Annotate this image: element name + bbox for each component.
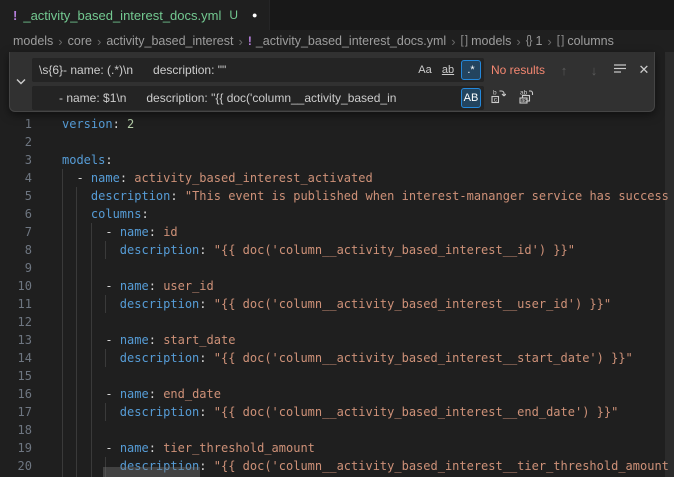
code-line[interactable]: 10 - name: user_id [0, 277, 674, 295]
close-find-button[interactable]: ✕ [634, 60, 654, 80]
arrow-up-icon: ↑ [561, 63, 568, 78]
breadcrumb-symbol-columns[interactable]: [ ] columns [557, 34, 614, 48]
line-number: 14 [0, 349, 62, 367]
find-replace-widget: \s{6}- name: (.*)\n description: "" Aa a… [9, 52, 655, 112]
regex-toggle[interactable]: .* [461, 60, 481, 80]
code-line[interactable]: 3models: [0, 151, 674, 169]
replace-input[interactable]: - name: $1\n description: "{{ doc('colum… [32, 86, 484, 110]
line-number: 20 [0, 457, 62, 475]
yaml-file-icon: ! [248, 34, 252, 48]
code-line[interactable]: 17 description: "{{ doc('column__activit… [0, 403, 674, 421]
code-line[interactable]: 9 [0, 259, 674, 277]
toggle-replace-button[interactable] [10, 52, 32, 111]
breadcrumb-separator: › [547, 34, 551, 49]
breadcrumb: models › core › activity_based_interest … [0, 30, 674, 52]
arrow-down-icon: ↓ [591, 63, 598, 78]
breadcrumb-symbol-models[interactable]: [ ] models [461, 34, 512, 48]
vscode-window: ! _activity_based_interest_docs.yml U ● … [0, 0, 674, 477]
tab-filename: _activity_based_interest_docs.yml [23, 8, 221, 23]
next-match-button[interactable]: ↓ [584, 60, 604, 80]
breadcrumb-separator: › [516, 34, 520, 49]
code-line[interactable]: 19 - name: tier_threshold_amount [0, 439, 674, 457]
code-line[interactable]: 8 description: "{{ doc('column__activity… [0, 241, 674, 259]
line-number: 6 [0, 205, 62, 223]
replace-value-text: - name: $1\n description: "{{ doc('colum… [39, 86, 452, 110]
breadcrumb-separator: › [451, 34, 455, 49]
yaml-file-icon: ! [13, 8, 17, 23]
code-line[interactable]: 20 description: "{{ doc('column__activit… [0, 457, 674, 475]
code-line[interactable]: 7 - name: id [0, 223, 674, 241]
find-query-text: \s{6}- name: (.*)\n description: "" [39, 58, 408, 82]
code-line[interactable]: 1version: 2 [0, 115, 674, 133]
preserve-case-toggle[interactable]: AB [461, 88, 481, 108]
whole-word-toggle[interactable]: ab [438, 60, 458, 80]
breadcrumb-item-models[interactable]: models [13, 34, 53, 48]
replace-all-button[interactable]: ab ac [516, 88, 536, 108]
previous-match-button[interactable]: ↑ [554, 60, 574, 80]
line-number: 11 [0, 295, 62, 313]
code-line[interactable]: 14 description: "{{ doc('column__activit… [0, 349, 674, 367]
line-number: 18 [0, 421, 62, 439]
git-untracked-badge: U [229, 8, 238, 22]
line-number: 5 [0, 187, 62, 205]
replace-icon: b c [490, 88, 506, 109]
code-line[interactable]: 13 - name: start_date [0, 331, 674, 349]
line-number: 4 [0, 169, 62, 187]
modified-dot-icon[interactable]: ● [252, 10, 257, 20]
array-symbol-icon: [ ] [557, 35, 564, 47]
close-icon: ✕ [639, 62, 650, 78]
breadcrumb-separator: › [58, 34, 62, 49]
code-line[interactable]: 12 [0, 313, 674, 331]
line-number: 9 [0, 259, 62, 277]
line-number: 13 [0, 331, 62, 349]
line-number: 10 [0, 277, 62, 295]
code-line[interactable]: 5 description: "This event is published … [0, 187, 674, 205]
code-line[interactable]: 4 - name: activity_based_interest_activa… [0, 169, 674, 187]
code-line[interactable]: 16 - name: end_date [0, 385, 674, 403]
line-number: 1 [0, 115, 62, 133]
line-number: 19 [0, 439, 62, 457]
replace-button[interactable]: b c [488, 88, 508, 108]
selection-lines-icon [613, 61, 627, 79]
chevron-down-icon [15, 73, 27, 91]
code-line[interactable]: 15 [0, 367, 674, 385]
breadcrumb-separator: › [238, 34, 242, 49]
breadcrumb-symbol-index[interactable]: {} 1 [526, 34, 543, 48]
line-number: 12 [0, 313, 62, 331]
code-line[interactable]: 18 [0, 421, 674, 439]
find-in-selection-button[interactable] [610, 60, 630, 80]
code-lines: 1version: 223models:4 - name: activity_b… [0, 115, 674, 475]
breadcrumb-item-folder[interactable]: activity_based_interest [106, 34, 233, 48]
find-input[interactable]: \s{6}- name: (.*)\n description: "" Aa a… [32, 58, 484, 82]
breadcrumb-item-core[interactable]: core [68, 34, 92, 48]
find-results-count: No results [491, 58, 545, 82]
line-number: 7 [0, 223, 62, 241]
match-case-toggle[interactable]: Aa [415, 60, 435, 80]
tab-bar: ! _activity_based_interest_docs.yml U ● [0, 0, 674, 30]
vertical-scrollbar[interactable] [665, 52, 674, 477]
line-number: 17 [0, 403, 62, 421]
tab-active-file[interactable]: ! _activity_based_interest_docs.yml U ● [0, 0, 270, 30]
object-symbol-icon: {} [526, 35, 532, 47]
breadcrumb-item-file[interactable]: ! _activity_based_interest_docs.yml [248, 34, 446, 48]
horizontal-scrollbar-thumb[interactable] [103, 467, 200, 477]
breadcrumb-separator: › [97, 34, 101, 49]
line-number: 16 [0, 385, 62, 403]
line-number: 2 [0, 133, 62, 151]
line-number: 3 [0, 151, 62, 169]
line-number: 8 [0, 241, 62, 259]
line-number: 15 [0, 367, 62, 385]
code-line[interactable]: 6 columns: [0, 205, 674, 223]
array-symbol-icon: [ ] [461, 35, 468, 47]
code-line[interactable]: 11 description: "{{ doc('column__activit… [0, 295, 674, 313]
code-line[interactable]: 2 [0, 133, 674, 151]
svg-text:ac: ac [521, 98, 527, 104]
replace-all-icon: ab ac [518, 88, 534, 109]
